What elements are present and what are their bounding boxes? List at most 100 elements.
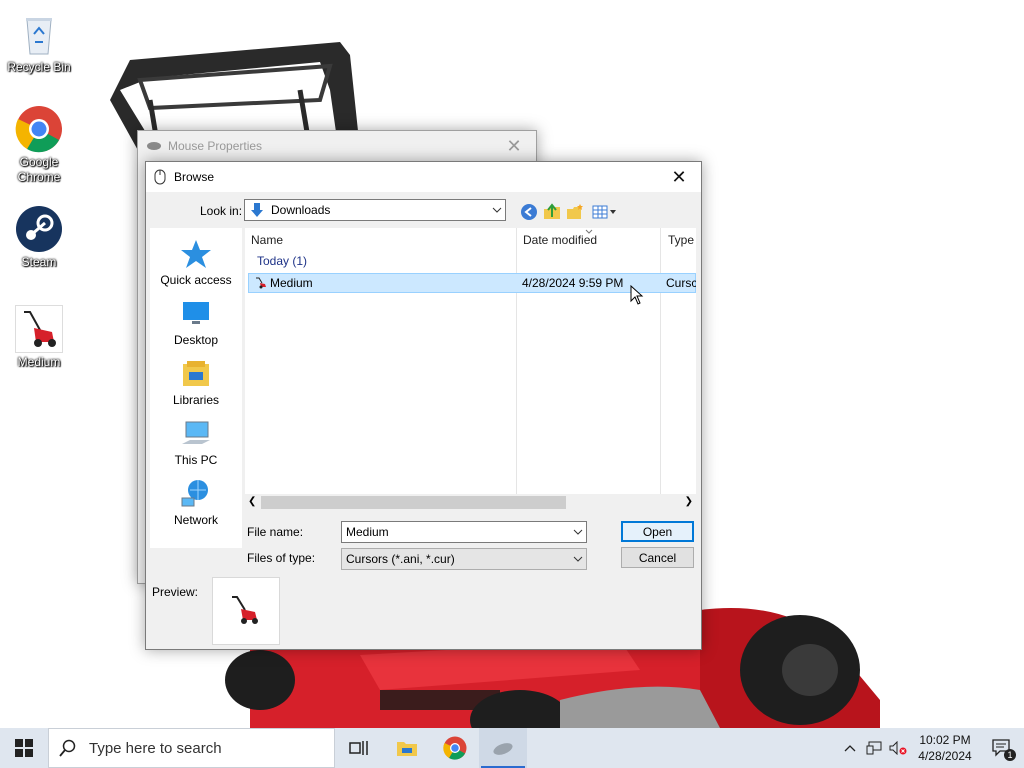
clock-time: 10:02 PM (919, 733, 971, 747)
mouse-icon (147, 142, 161, 150)
file-type: Cursc (666, 276, 696, 290)
taskbar-search-box[interactable]: Type here to search (48, 728, 335, 768)
taskbar-mouse-properties[interactable] (479, 728, 527, 768)
downloads-arrow-icon (251, 203, 263, 217)
group-header[interactable]: Today (1) (257, 254, 307, 268)
scroll-left-icon[interactable]: ❮ (248, 496, 256, 507)
desktop-icon-recycle-bin[interactable]: Recycle Bin (4, 10, 74, 75)
show-hidden-icons-button[interactable] (838, 728, 862, 768)
file-row-selected[interactable]: Medium 4/28/2024 9:59 PM Cursc (248, 273, 696, 293)
file-name-label: File name: (247, 525, 304, 539)
lawnmower-cursor-icon (232, 596, 258, 624)
start-button[interactable] (0, 728, 48, 768)
action-center-button[interactable]: 1 (980, 728, 1024, 768)
windows-logo-icon (15, 739, 33, 757)
chrome-icon (443, 736, 467, 760)
open-button[interactable]: Open (621, 521, 694, 542)
desktop-icon-medium[interactable]: Medium (4, 305, 74, 370)
chevron-down-icon[interactable] (573, 527, 583, 537)
cursor-preview (212, 577, 280, 645)
taskbar-chrome[interactable] (431, 728, 479, 768)
files-of-type-label: Files of type: (247, 551, 316, 565)
desktop-icon-label: Steam (21, 255, 57, 269)
desktop-icon (183, 302, 209, 324)
place-libraries[interactable]: Libraries (150, 358, 242, 407)
mouse-properties-titlebar[interactable]: Mouse Properties (138, 131, 536, 161)
place-label: Desktop (173, 333, 219, 347)
cancel-button[interactable]: Cancel (621, 547, 694, 568)
volume-tray-button[interactable] (886, 728, 910, 768)
look-in-dropdown[interactable]: Downloads (244, 199, 506, 221)
place-label: Libraries (172, 393, 220, 407)
close-icon[interactable]: ✕ (492, 131, 536, 161)
network-status-icon (866, 741, 882, 755)
up-folder-icon[interactable] (542, 202, 562, 222)
new-folder-icon[interactable] (565, 202, 585, 222)
chevron-down-icon (573, 556, 583, 562)
place-label: This PC (174, 453, 218, 467)
desktop-icon-google-chrome[interactable]: Google Chrome (4, 105, 74, 185)
place-label: Network (173, 513, 218, 527)
files-of-type-dropdown[interactable]: Cursors (*.ani, *.cur) (341, 548, 587, 570)
place-network[interactable]: Network (150, 478, 242, 527)
taskbar: Type here to search 10:02 PM 4/28/2024 1 (0, 728, 1024, 768)
desktop-icon-label: Medium (17, 355, 61, 369)
notification-badge: 1 (1004, 749, 1016, 761)
horizontal-scrollbar[interactable]: ❮ ❯ (245, 494, 696, 511)
files-of-type-value: Cursors (*.ani, *.cur) (346, 552, 455, 566)
chrome-icon (15, 105, 63, 153)
clock-date: 4/28/2024 (918, 749, 972, 763)
steam-icon (15, 205, 63, 253)
file-name-value: Medium (346, 525, 389, 539)
browse-titlebar[interactable]: Browse (146, 162, 701, 192)
column-header-name[interactable]: Name (251, 228, 516, 252)
desktop-icon-steam[interactable]: Steam (4, 205, 74, 270)
taskbar-clock[interactable]: 10:02 PM 4/28/2024 (910, 732, 980, 764)
this-pc-icon (182, 421, 210, 444)
file-name: Medium (270, 276, 313, 290)
network-tray-button[interactable] (862, 728, 886, 768)
sort-chevron-icon (585, 229, 593, 234)
scrollbar-thumb[interactable] (261, 496, 566, 509)
look-in-label: Look in: (200, 204, 243, 218)
lawnmower-cursor-icon (256, 277, 266, 289)
taskbar-file-explorer[interactable] (383, 728, 431, 768)
place-label: Quick access (160, 273, 232, 287)
window-title: Mouse Properties (168, 139, 263, 153)
volume-muted-icon (889, 741, 907, 755)
desktop-icon-label: Google Chrome (17, 155, 61, 184)
back-icon[interactable] (519, 202, 539, 222)
lawnmower-cursor-icon (15, 305, 63, 353)
file-name-input[interactable]: Medium (341, 521, 587, 543)
place-this-pc[interactable]: This PC (150, 418, 242, 467)
mouse-pointer-icon (630, 285, 644, 305)
chevron-up-icon (844, 745, 856, 752)
places-bar: Quick access Desktop Libraries This PC N… (150, 228, 242, 548)
place-desktop[interactable]: Desktop (150, 298, 242, 347)
file-list: Name Date modified Type Today (1) Medium… (245, 228, 696, 494)
column-divider (516, 228, 517, 494)
system-tray: 10:02 PM 4/28/2024 1 (838, 728, 1024, 768)
desktop: Recycle Bin Google Chrome Steam Medium M… (0, 0, 1024, 728)
task-view-button[interactable] (335, 728, 383, 768)
view-menu-icon[interactable] (590, 202, 620, 222)
network-icon (181, 480, 208, 507)
close-icon[interactable]: ✕ (657, 162, 701, 192)
recycle-bin-icon (15, 10, 63, 58)
task-view-icon (349, 741, 368, 755)
search-placeholder: Type here to search (89, 739, 222, 757)
mouse-properties-icon (493, 743, 513, 755)
column-header-type[interactable]: Type (668, 228, 696, 252)
column-divider (660, 228, 661, 494)
chevron-down-icon (492, 207, 502, 213)
file-explorer-icon (397, 742, 417, 756)
libraries-icon (183, 361, 209, 386)
browse-dialog: Browse ✕ Look in: Downloads Quick access (145, 161, 702, 650)
mouse-icon (154, 169, 166, 185)
preview-label: Preview: (152, 585, 199, 599)
place-quick-access[interactable]: Quick access (150, 238, 242, 287)
file-date: 4/28/2024 9:59 PM (522, 276, 624, 290)
scroll-right-icon[interactable]: ❯ (685, 496, 693, 507)
dialog-title: Browse (174, 170, 215, 184)
desktop-icon-label: Recycle Bin (7, 60, 71, 74)
